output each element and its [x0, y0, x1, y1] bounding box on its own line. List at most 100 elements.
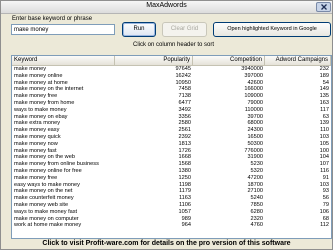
cell-popularity: 1250 [178, 174, 191, 181]
cell-keyword: make money on the net [14, 188, 73, 195]
cell-keyword: make money on the web [14, 154, 75, 161]
table-row[interactable]: make money from home 6477 79000 163 [12, 100, 331, 107]
cell-popularity: 2392 [178, 133, 191, 140]
cell-keyword: make money online for free [14, 167, 82, 174]
cell-keyword: make money easy [14, 127, 60, 134]
table-row[interactable]: make money free 1250 47200 91 [12, 175, 331, 182]
cell-competition: 5230 [250, 161, 263, 168]
table-row[interactable]: make counterfeit money 1163 5240 56 [12, 195, 331, 202]
grid-body: make money 97645 3940000 232 make money onli… [12, 66, 331, 229]
cell-keyword: make money on computer [14, 215, 79, 222]
cell-keyword: work at home make money [14, 222, 82, 229]
table-row[interactable]: make money from online business 1568 5230 1… [12, 161, 331, 168]
cell-popularity: 1057 [178, 208, 191, 215]
cell-popularity: 989 [181, 215, 191, 222]
cell-competition: 5240 [250, 195, 263, 202]
cell-competition: 24300 [247, 127, 263, 134]
profit-ware-link[interactable]: Click to visit Profit-ware.com for detai… [1, 239, 332, 249]
keyword-prompt-label: Enter base keyword or phrase [12, 16, 93, 22]
table-row[interactable]: make money on ebay 3356 39700 63 [12, 114, 331, 121]
cell-competition: 18700 [247, 181, 263, 188]
table-row[interactable]: make money 97645 3940000 232 [12, 66, 331, 73]
table-row[interactable]: make money now 1813 50300 105 [12, 141, 331, 148]
cell-adword-campaigns: 54 [322, 79, 329, 86]
cell-competition: 47200 [247, 174, 263, 181]
table-row[interactable]: make money on the net 1179 27100 93 [12, 188, 331, 195]
table-row[interactable]: make money fast 1726 776000 100 [12, 148, 331, 155]
table-row[interactable]: ways to make money fast 1057 6280 106 [12, 209, 331, 216]
cell-adword-campaigns: 135 [319, 93, 329, 100]
column-header-popularity[interactable]: Popularity [115, 56, 193, 65]
cell-keyword: make money online [14, 72, 63, 79]
cell-competition: 42600 [247, 79, 263, 86]
table-row[interactable]: make money on the web 1668 31900 104 [12, 154, 331, 161]
table-row[interactable]: make money web site 1106 7850 79 [12, 202, 331, 209]
cell-adword-campaigns: 93 [322, 188, 329, 195]
cell-competition: 110000 [244, 106, 263, 113]
cell-keyword: ways to make money [14, 106, 67, 113]
sort-hint-label: Click on column header to sort [133, 42, 215, 48]
cell-popularity: 6477 [178, 99, 191, 106]
column-header-keyword[interactable]: Keyword [12, 56, 115, 65]
cell-popularity: 1568 [178, 161, 191, 168]
cell-adword-campaigns: 117 [320, 106, 329, 113]
cell-competition: 4760 [250, 222, 263, 229]
cell-competition: 31900 [247, 154, 263, 161]
cell-popularity: 3492 [178, 106, 191, 113]
table-row[interactable]: make money free 7138 109000 135 [12, 93, 331, 100]
cell-adword-campaigns: 189 [319, 72, 329, 79]
title-bar[interactable]: MaxAdwords [1, 1, 332, 14]
cell-adword-campaigns: 149 [319, 86, 329, 93]
table-row[interactable]: make money at home 10950 42600 54 [12, 80, 331, 87]
table-row[interactable]: make money on the internet 7458 166000 149 [12, 86, 331, 93]
cell-popularity: 964 [181, 222, 191, 229]
run-button[interactable]: Run [122, 22, 156, 37]
cell-adword-campaigns: 103 [319, 181, 329, 188]
cell-popularity: 1179 [178, 188, 191, 195]
cell-keyword: make money at home [14, 79, 68, 86]
cell-adword-campaigns: 103 [319, 133, 329, 140]
open-in-google-button[interactable]: Open highlighted Keyword in Google [213, 22, 331, 37]
cell-keyword: ways to make money fast [14, 208, 78, 215]
cell-adword-campaigns: 116 [320, 167, 329, 174]
close-button[interactable] [316, 2, 331, 12]
cell-adword-campaigns: 79 [322, 201, 329, 208]
table-row[interactable]: work at home make money 964 4760 112 [12, 222, 331, 229]
table-row[interactable]: make money online 16242 397000 189 [12, 73, 331, 80]
cell-competition: 3940000 [241, 66, 263, 72]
cell-keyword: make money quick [14, 133, 61, 140]
table-row[interactable]: make extra money 2580 68000 139 [12, 120, 331, 127]
table-row[interactable]: ways to make money 3492 110000 117 [12, 107, 331, 114]
clear-grid-button[interactable]: Clear Grid [162, 22, 207, 37]
table-row[interactable]: make money online for free 1380 5320 116 [12, 168, 331, 175]
cell-popularity: 1668 [178, 154, 191, 161]
cell-popularity: 1380 [178, 167, 191, 174]
cell-adword-campaigns: 68 [322, 215, 329, 222]
cell-adword-campaigns: 112 [320, 222, 329, 229]
keyword-input[interactable] [11, 24, 115, 35]
app-window: MaxAdwords Enter base keyword or phrase … [0, 0, 333, 250]
cell-popularity: 97645 [175, 66, 191, 72]
cell-adword-campaigns: 91 [322, 174, 329, 181]
cell-popularity: 1106 [178, 201, 191, 208]
column-header-competition[interactable]: Competition [193, 56, 265, 65]
cell-adword-campaigns: 104 [319, 154, 329, 161]
cell-keyword: make money from home [14, 99, 75, 106]
cell-competition: 68000 [247, 120, 263, 127]
cell-adword-campaigns: 232 [319, 66, 329, 72]
table-row[interactable]: make money on computer 989 2320 68 [12, 216, 331, 223]
cell-competition: 7850 [250, 201, 263, 208]
table-row[interactable]: make money easy 2561 24300 110 [12, 127, 331, 134]
cell-keyword: make money free [14, 93, 58, 100]
cell-adword-campaigns: 106 [319, 208, 329, 215]
cell-competition: 776000 [244, 147, 263, 154]
cell-keyword: make extra money [14, 120, 61, 127]
column-header-adword-campaigns[interactable]: Adword Campaigns [265, 56, 331, 65]
table-row[interactable]: easy ways to make money 1198 18700 103 [12, 182, 331, 189]
keyword-grid[interactable]: Keyword Popularity Competition Adword Ca… [11, 55, 332, 239]
cell-competition: 166000 [244, 86, 263, 93]
cell-competition: 27100 [247, 188, 263, 195]
cell-keyword: make money web site [14, 201, 69, 208]
table-row[interactable]: make money quick 2392 16500 103 [12, 134, 331, 141]
cell-popularity: 10950 [175, 79, 191, 86]
